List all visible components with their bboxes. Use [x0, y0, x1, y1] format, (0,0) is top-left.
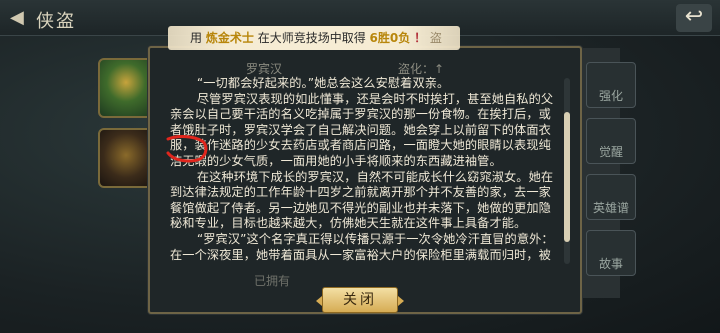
return-arrow-icon: ↩	[684, 4, 704, 29]
banner-hero-name: 炼金术士	[205, 31, 254, 45]
back-arrow-icon[interactable]: ◀	[10, 8, 32, 28]
hero-portrait[interactable]	[98, 128, 154, 188]
banner-suffix: ！	[414, 31, 427, 45]
banner-middle: 在大师竞技场中取得	[257, 31, 366, 45]
story-paragraph: 在这种环境下成长的罗宾汉，自然不可能成长什么窈窕淑女。她在到达律法规定的工作年龄…	[170, 169, 554, 231]
banner-record: 6胜0负	[369, 31, 411, 45]
tab-awaken[interactable]: 觉醒	[586, 118, 636, 164]
close-button[interactable]: 关闭	[316, 287, 404, 313]
story-paragraph: “罗宾汉”这个名字真正得以传播只源于一次令她冷汗直冒的意外：在一个深夜里，她带着…	[170, 231, 554, 262]
return-button[interactable]: ↩	[676, 4, 712, 32]
dialog-faint-right: 盗化：↑	[398, 62, 445, 76]
story-text: “一切都会好起来的。”她总会这么安慰着双亲。 尽管罗宾汉表现的如此懂事，还是会时…	[170, 76, 562, 262]
banner-prefix: 用	[190, 31, 203, 45]
hero-portrait[interactable]	[98, 58, 154, 118]
banner-tail: 盗	[429, 31, 442, 45]
story-paragraph: “一切都会好起来的。”她总会这么安慰着双亲。	[196, 76, 450, 90]
tab-story[interactable]: 故事	[586, 230, 636, 276]
scrollbar-thumb[interactable]	[564, 112, 570, 242]
owned-label: 已拥有	[254, 274, 291, 288]
tab-enhance[interactable]: 强化	[586, 62, 636, 108]
page-title: 侠盗	[36, 11, 76, 32]
red-annotation-mark	[166, 135, 208, 163]
announcement-banner: 用 炼金术士 在大师竞技场中取得 6胜0负 ！ 盗	[168, 26, 460, 50]
dialog-faint-title: 罗宾汉	[246, 62, 283, 76]
story-paragraph: 尽管罗宾汉表现的如此懂事，还是会时不时挨打，甚至她自私的父亲会以自己要干活的名义…	[170, 91, 554, 168]
tab-hero-codex[interactable]: 英雄谱	[586, 174, 636, 220]
